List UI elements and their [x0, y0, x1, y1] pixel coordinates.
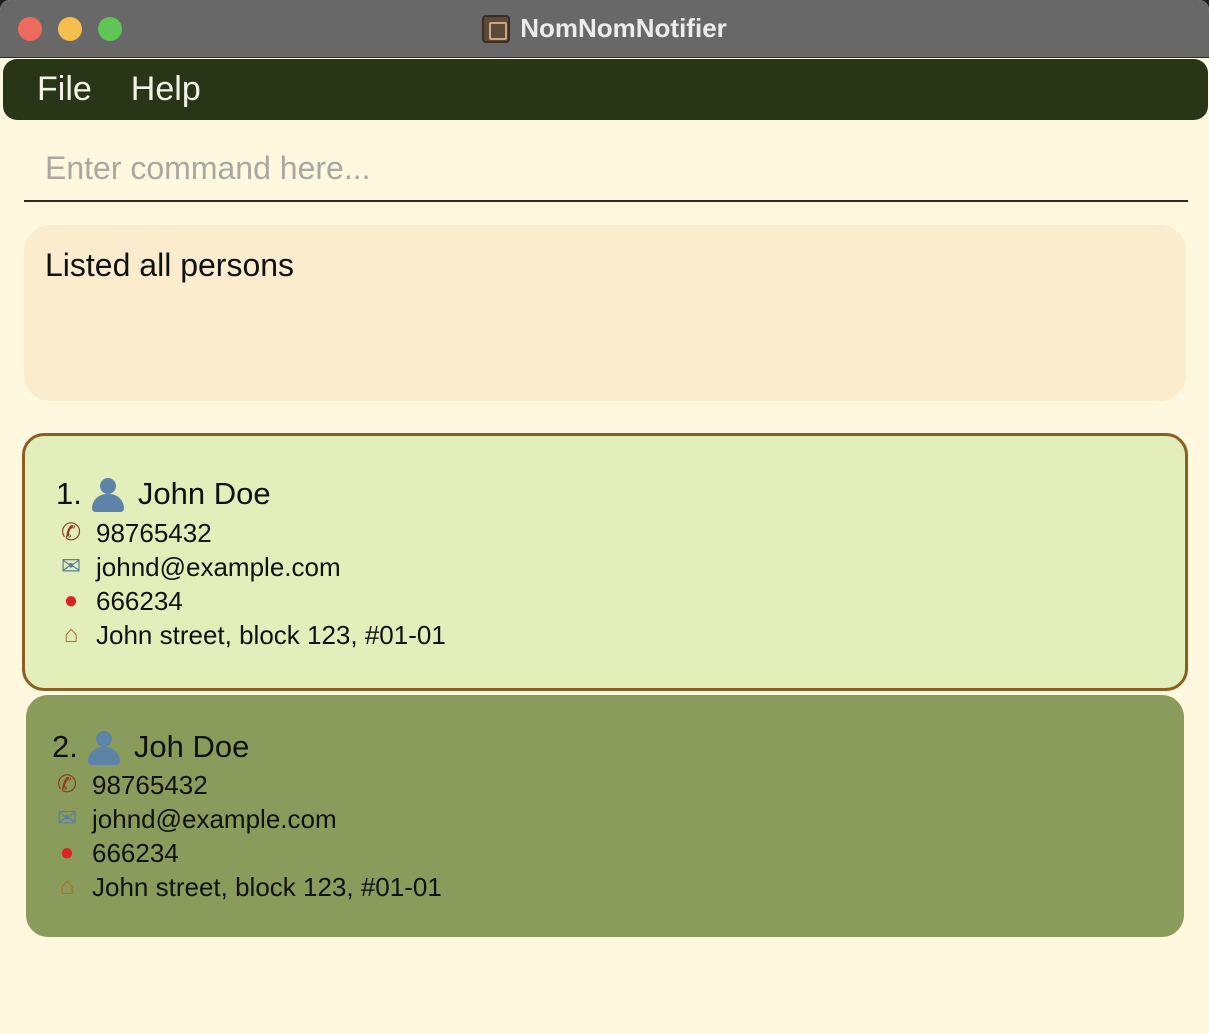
person-email: johnd@example.com [96, 551, 341, 582]
person-phone: 98765432 [92, 769, 208, 800]
person-header: 1. John Doe [56, 476, 271, 512]
person-email: johnd@example.com [92, 803, 337, 834]
title-bar[interactable]: NomNomNotifier [0, 0, 1209, 58]
person-postal: 666234 [92, 837, 179, 868]
app-window: NomNomNotifier File Help Listed all pers… [0, 0, 1209, 1034]
menu-help[interactable]: Help [131, 70, 201, 109]
email-icon: ✉ [60, 553, 82, 580]
address-row: ⌂ John street, block 123, #01-01 [56, 618, 446, 652]
email-row: ✉ johnd@example.com [56, 550, 341, 584]
result-message: Listed all persons [45, 247, 295, 283]
email-row: ✉ johnd@example.com [52, 802, 337, 836]
email-icon: ✉ [56, 805, 78, 832]
house-icon: ⌂ [59, 873, 75, 900]
person-card-1[interactable]: 1. John Doe ✆ 98765432 ✉ johnd@example.c… [22, 433, 1188, 691]
person-postal: 666234 [96, 585, 183, 616]
menu-bar: File Help [3, 59, 1208, 120]
person-phone: 98765432 [96, 517, 212, 548]
person-card-2[interactable]: 2. Joh Doe ✆ 98765432 ✉ johnd@example.co… [26, 695, 1184, 937]
postal-row: ● 666234 [52, 836, 179, 870]
person-name: John Doe [137, 476, 271, 511]
title-wrap: NomNomNotifier [0, 0, 1209, 57]
phone-row: ✆ 98765432 [56, 516, 212, 550]
person-name: Joh Doe [133, 729, 250, 764]
person-address: John street, block 123, #01-01 [92, 871, 442, 902]
person-index: 1. [56, 476, 82, 511]
address-row: ⌂ John street, block 123, #01-01 [52, 870, 442, 904]
house-icon: ⌂ [63, 621, 79, 648]
person-address: John street, block 123, #01-01 [96, 619, 446, 650]
command-input[interactable] [24, 138, 1188, 198]
window-title: NomNomNotifier [520, 13, 727, 43]
pin-icon: ● [59, 839, 75, 866]
phone-icon: ✆ [60, 519, 82, 546]
command-box [24, 138, 1188, 202]
pin-icon: ● [63, 587, 79, 614]
postal-row: ● 666234 [56, 584, 183, 618]
phone-row: ✆ 98765432 [52, 768, 208, 802]
person-index: 2. [52, 729, 78, 764]
result-display: Listed all persons [24, 225, 1186, 401]
person-icon [86, 729, 122, 765]
app-icon [482, 14, 511, 43]
person-header: 2. Joh Doe [52, 729, 249, 765]
person-icon [90, 476, 126, 512]
phone-icon: ✆ [56, 771, 78, 798]
menu-file[interactable]: File [37, 70, 92, 109]
